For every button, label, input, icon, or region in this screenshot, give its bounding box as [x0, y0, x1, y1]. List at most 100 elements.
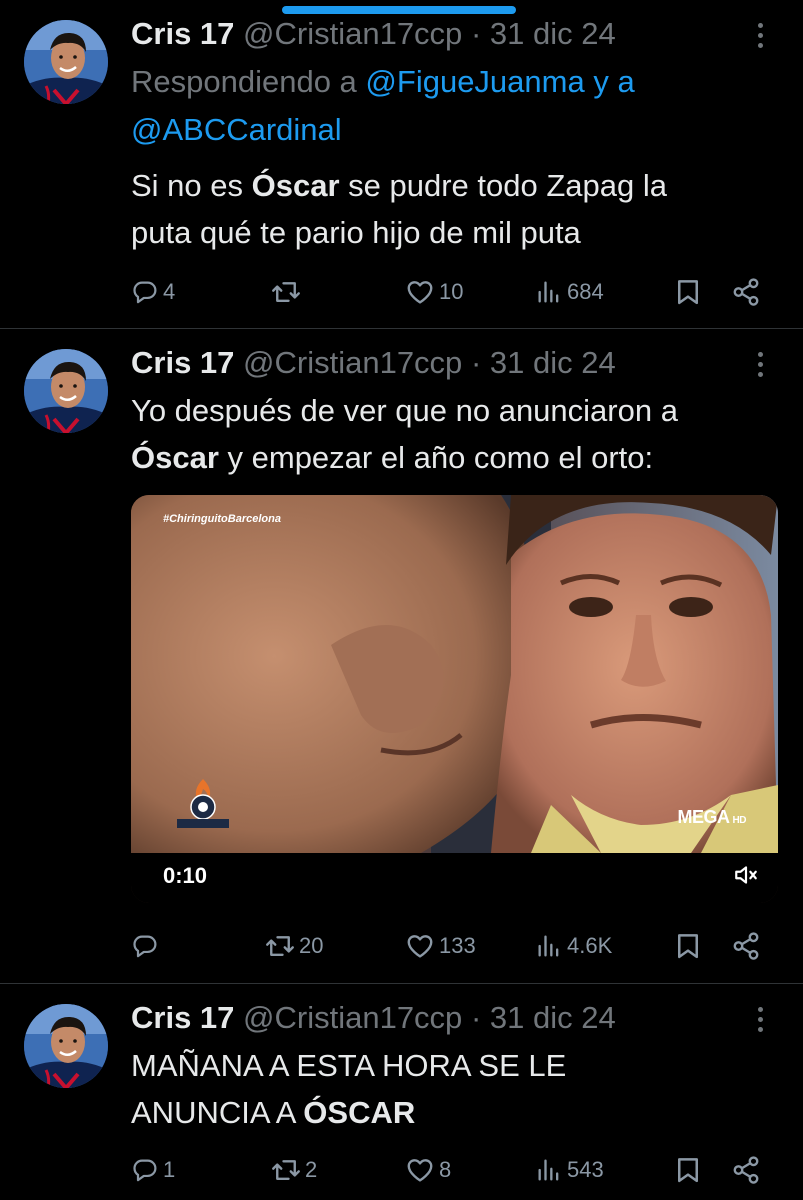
- text-segment: y empezar el año como el orto:: [218, 440, 654, 475]
- replying-prefix: Respondiendo a: [131, 64, 357, 99]
- mention-link[interactable]: @FigueJuanma: [365, 64, 584, 99]
- reply-count: 4: [163, 279, 176, 304]
- avatar[interactable]: [24, 20, 108, 104]
- reply-button[interactable]: [131, 926, 163, 966]
- bookmark-button[interactable]: [673, 1150, 703, 1190]
- reply-button[interactable]: 1: [131, 1150, 175, 1190]
- views-count: 4.6K: [567, 933, 613, 958]
- more-options-button[interactable]: [748, 347, 772, 387]
- reply-icon: [131, 278, 159, 306]
- channel-name: MEGA: [677, 807, 731, 827]
- retweet-count: 2: [305, 1157, 318, 1182]
- views-count: 543: [567, 1157, 604, 1182]
- tweet-text: MAÑANA A ESTA HORA SE LE ANUNCIA A ÓSCAR: [131, 1042, 781, 1136]
- avatar[interactable]: [24, 1004, 108, 1088]
- text-line: MAÑANA A ESTA HORA SE LE: [131, 1048, 567, 1083]
- like-button[interactable]: 133: [405, 926, 476, 966]
- like-icon: [405, 277, 435, 307]
- text-bold: Óscar: [251, 168, 340, 203]
- video-player[interactable]: #ChiringuitoBarcelona MEGA HD 0:10: [131, 495, 778, 903]
- tweet-date[interactable]: 31 dic 24: [490, 16, 616, 51]
- channel-logo: MEGA HD: [677, 807, 747, 828]
- bookmark-button[interactable]: [673, 272, 703, 312]
- text-line: Yo después de ver que no anunciaron a: [131, 393, 678, 428]
- separator: ·: [470, 16, 482, 51]
- video-hashtag: #ChiringuitoBarcelona: [163, 513, 281, 525]
- text-segment: se pudre todo Zapag la: [339, 168, 667, 203]
- share-button[interactable]: [731, 926, 761, 966]
- retweet-icon: [271, 277, 301, 307]
- share-button[interactable]: [731, 272, 761, 312]
- author-handle[interactable]: @Cristian17ccp: [243, 345, 462, 380]
- views-button[interactable]: 684: [535, 272, 604, 312]
- like-button[interactable]: 10: [405, 272, 463, 312]
- video-duration: 0:10: [147, 859, 223, 893]
- text-segment: ANUNCIA A: [131, 1095, 304, 1130]
- bookmark-icon: [673, 1155, 703, 1185]
- retweet-button[interactable]: 2: [271, 1150, 317, 1190]
- like-button[interactable]: 8: [405, 1150, 451, 1190]
- replying-to-line2: @ABCCardinal: [131, 106, 342, 154]
- views-button[interactable]: 4.6K: [535, 926, 612, 966]
- video-controls: 0:10: [131, 853, 778, 903]
- text-bold: ÓSCAR: [303, 1095, 416, 1130]
- reply-button[interactable]: 4: [131, 272, 175, 312]
- tweet-header: Cris 17 @Cristian17ccp · 31 dic 24: [131, 998, 616, 1038]
- more-options-button[interactable]: [748, 18, 772, 58]
- text-bold: Óscar: [131, 440, 219, 475]
- tweet-header: Cris 17 @Cristian17ccp · 31 dic 24: [131, 343, 616, 383]
- share-icon: [731, 931, 761, 961]
- avatar[interactable]: [24, 349, 108, 433]
- like-count: 133: [439, 933, 476, 958]
- author-name[interactable]: Cris 17: [131, 1000, 234, 1035]
- separator: ·: [470, 1000, 482, 1035]
- like-icon: [405, 931, 435, 961]
- chiringuito-logo: [173, 775, 233, 835]
- tweet-1[interactable]: Cris 17 @Cristian17ccp · 31 dic 24 Respo…: [0, 0, 803, 328]
- like-count: 10: [439, 279, 464, 304]
- like-icon: [405, 1155, 435, 1185]
- share-icon: [731, 277, 761, 307]
- share-button[interactable]: [731, 1150, 761, 1190]
- retweet-icon: [265, 931, 295, 961]
- bookmark-button[interactable]: [673, 926, 703, 966]
- retweet-icon: [271, 1155, 301, 1185]
- like-count: 8: [439, 1157, 452, 1182]
- bookmark-icon: [673, 931, 703, 961]
- separator: ·: [470, 345, 482, 380]
- views-icon: [535, 278, 563, 306]
- speaker-muted-icon: [735, 866, 757, 884]
- text-segment: Si no es: [131, 168, 252, 203]
- views-icon: [535, 1156, 563, 1184]
- author-handle[interactable]: @Cristian17ccp: [243, 1000, 462, 1035]
- retweet-button[interactable]: [271, 272, 305, 312]
- text-line: puta qué te pario hijo de mil puta: [131, 215, 581, 250]
- reply-count: 1: [163, 1157, 176, 1182]
- views-button[interactable]: 543: [535, 1150, 604, 1190]
- share-icon: [731, 1155, 761, 1185]
- tweet-date[interactable]: 31 dic 24: [490, 1000, 616, 1035]
- tweet-text: Si no es Óscar se pudre todo Zapag la pu…: [131, 162, 781, 256]
- retweet-count: 20: [299, 933, 324, 958]
- replying-to: Respondiendo a @FigueJuanma y a: [131, 58, 635, 106]
- action-bar: 1 2 8 543: [131, 1150, 771, 1190]
- tweet-date[interactable]: 31 dic 24: [490, 345, 616, 380]
- author-name[interactable]: Cris 17: [131, 345, 234, 380]
- more-options-button[interactable]: [748, 1002, 772, 1042]
- channel-suffix: HD: [732, 815, 747, 826]
- tweet-2[interactable]: Cris 17 @Cristian17ccp · 31 dic 24 Yo de…: [0, 329, 803, 983]
- tweet-3[interactable]: Cris 17 @Cristian17ccp · 31 dic 24 MAÑAN…: [0, 984, 803, 1200]
- mute-button[interactable]: [726, 855, 766, 895]
- tweet-text: Yo después de ver que no anunciaron a Ós…: [131, 387, 781, 481]
- action-bar: 4 10 684: [131, 272, 771, 312]
- action-bar: 20 133 4.6K: [131, 926, 771, 966]
- mention-link[interactable]: @ABCCardinal: [131, 112, 342, 147]
- reply-icon: [131, 1156, 159, 1184]
- reply-icon: [131, 932, 159, 960]
- replying-conj: y a: [593, 64, 635, 99]
- bookmark-icon: [673, 277, 703, 307]
- retweet-button[interactable]: 20: [265, 926, 323, 966]
- author-name[interactable]: Cris 17: [131, 16, 234, 51]
- tweet-header: Cris 17 @Cristian17ccp · 31 dic 24: [131, 14, 616, 54]
- author-handle[interactable]: @Cristian17ccp: [243, 16, 462, 51]
